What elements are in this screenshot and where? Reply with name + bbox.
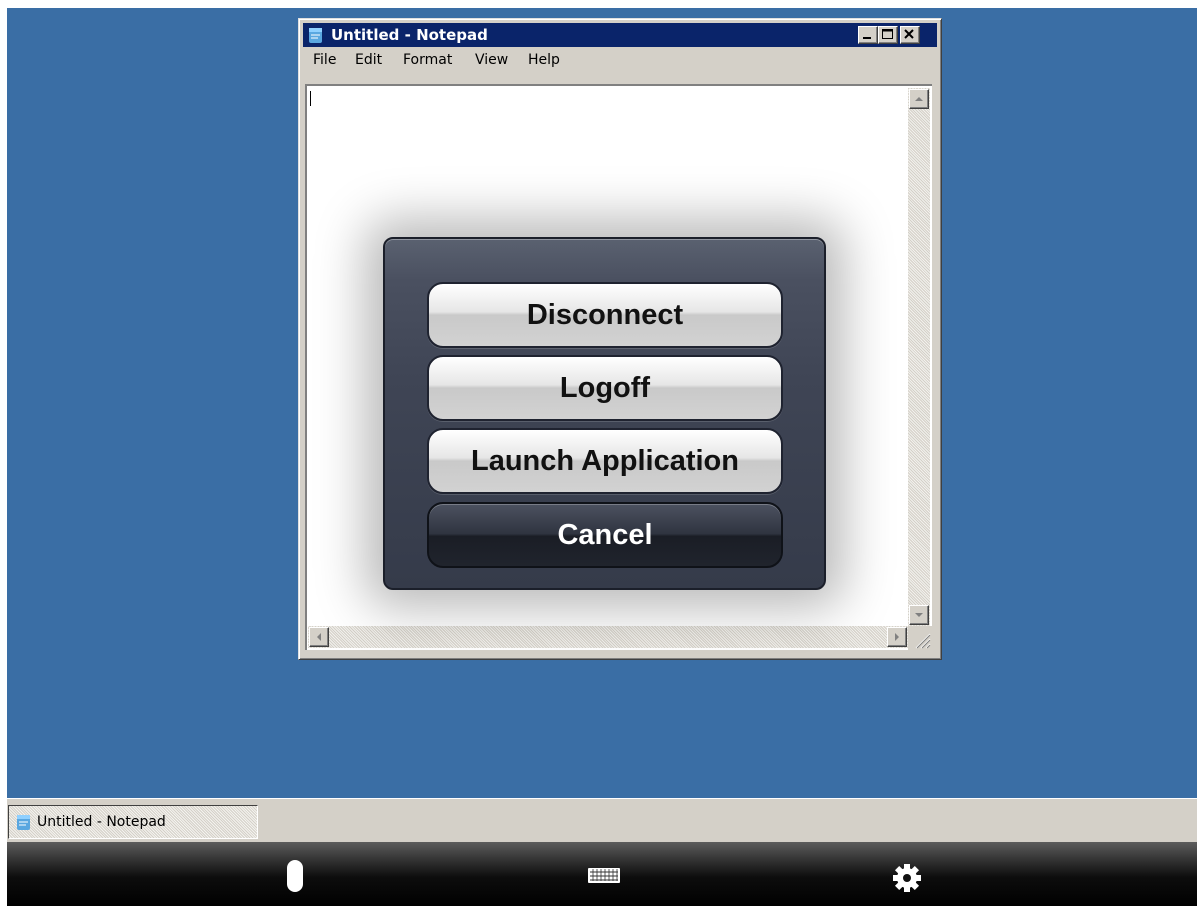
taskbar-item-notepad[interactable]: Untitled - Notepad <box>8 805 258 839</box>
cancel-button[interactable]: Cancel <box>427 502 783 568</box>
scroll-down-button[interactable] <box>909 605 929 625</box>
keyboard-icon[interactable] <box>587 866 621 886</box>
launch-application-button[interactable]: Launch Application <box>427 428 783 494</box>
minimize-icon <box>863 37 871 39</box>
close-button[interactable] <box>900 26 920 44</box>
menu-format[interactable]: Format <box>403 52 452 68</box>
taskbar: Untitled - Notepad <box>7 798 1197 842</box>
minimize-button[interactable] <box>858 26 878 44</box>
menu-bar: File Edit Format View Help <box>303 49 937 71</box>
arrow-down-icon <box>915 613 923 617</box>
size-grip[interactable] <box>908 626 932 650</box>
bottom-toolbar <box>7 842 1197 906</box>
maximize-icon <box>882 29 893 39</box>
resize-grip-icon <box>915 633 931 649</box>
logoff-button[interactable]: Logoff <box>427 355 783 421</box>
arrow-right-icon <box>895 633 899 641</box>
gear-icon[interactable] <box>891 862 923 894</box>
menu-edit[interactable]: Edit <box>355 52 382 68</box>
scroll-left-button[interactable] <box>309 627 329 647</box>
notepad-icon <box>309 28 322 43</box>
menu-file[interactable]: File <box>313 52 336 68</box>
session-action-dialog: Disconnect Logoff Launch Application Can… <box>383 237 826 590</box>
menu-view[interactable]: View <box>475 52 508 68</box>
menu-help[interactable]: Help <box>528 52 560 68</box>
taskbar-item-label: Untitled - Notepad <box>37 814 166 830</box>
scroll-up-button[interactable] <box>909 89 929 109</box>
disconnect-button[interactable]: Disconnect <box>427 282 783 348</box>
arrow-left-icon <box>317 633 321 641</box>
arrow-up-icon <box>915 97 923 101</box>
vertical-scrollbar[interactable] <box>908 88 930 626</box>
mouse-icon[interactable] <box>285 859 305 893</box>
scroll-right-button[interactable] <box>887 627 907 647</box>
screen: Untitled - Notepad File Edit Format View… <box>0 0 1197 906</box>
title-bar[interactable]: Untitled - Notepad <box>303 23 937 47</box>
text-caret <box>310 91 311 106</box>
horizontal-scrollbar[interactable] <box>308 626 908 648</box>
close-icon <box>904 29 914 39</box>
maximize-button[interactable] <box>878 26 898 44</box>
window-title: Untitled - Notepad <box>331 26 488 44</box>
notepad-icon <box>17 815 30 830</box>
